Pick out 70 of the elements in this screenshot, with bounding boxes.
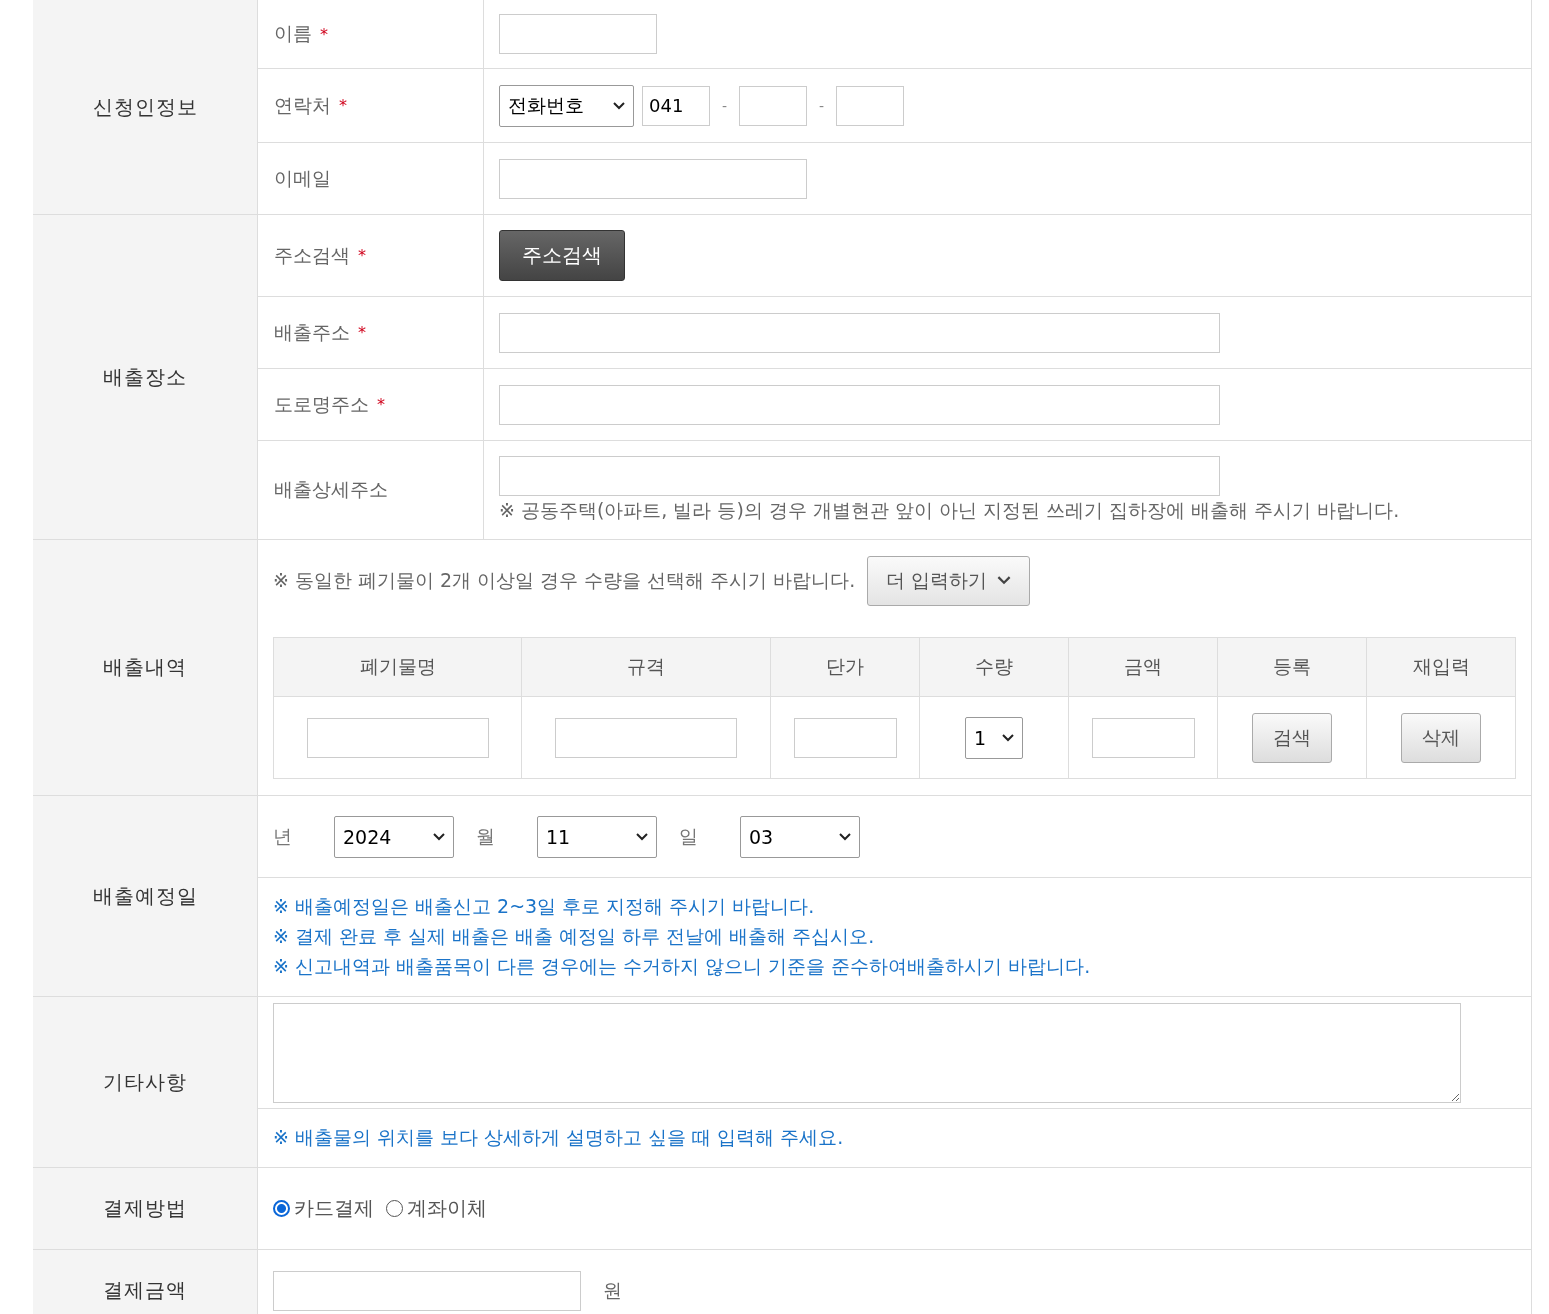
address-input[interactable] — [499, 312, 1220, 353]
name-input[interactable] — [499, 14, 657, 54]
address-input[interactable] — [499, 384, 1220, 425]
required-mark: * — [320, 24, 328, 44]
required-mark: * — [358, 323, 366, 342]
date-label: 일 — [679, 823, 698, 849]
more-input-button[interactable]: 더 입력하기 — [867, 555, 1031, 606]
section-header: 배출장소 — [33, 215, 258, 539]
table-button[interactable]: 삭제 — [1401, 712, 1481, 763]
notice-text: ※ 동일한 폐기물이 2개 이상일 경우 수량을 선택해 주시기 바랍니다. — [273, 567, 856, 593]
chevron-icon — [839, 832, 851, 841]
section-header: 기타사항 — [33, 997, 258, 1167]
notice-text: ※ 결제 완료 후 실제 배출은 배출 예정일 하루 전날에 배출해 주십시오. — [273, 924, 875, 949]
dash-separator: - — [721, 97, 729, 114]
dash-separator: - — [818, 97, 826, 114]
required-mark: * — [377, 395, 385, 414]
notice-text: ※ 신고내역과 배출품목이 다른 경우에는 수거하지 않으니 기준을 준수하여배출하시기 바랍니다. — [273, 954, 1091, 979]
date-select[interactable]: 03 — [740, 815, 860, 858]
field-label: 도로명주소 — [274, 391, 369, 417]
radio-label: 카드결제 — [294, 1195, 374, 1222]
chevron-icon — [636, 832, 648, 841]
date-select[interactable]: 11 — [537, 815, 657, 858]
phone-input[interactable] — [739, 85, 808, 126]
table-input[interactable] — [793, 717, 897, 758]
radio-label: 계좌이체 — [407, 1195, 487, 1222]
column-header: 수량 — [920, 638, 1069, 697]
notice-text: ※ 공동주택(아파트, 빌라 등)의 경우 개별현관 앞이 아닌 지정된 쓰레기 집하장에 배출해 주시기 바랍니다. — [499, 498, 1400, 523]
field-label: 이름 — [274, 21, 312, 46]
column-header: 등록 — [1218, 638, 1367, 697]
table-button[interactable]: 검색 — [1252, 712, 1332, 763]
email-input[interactable] — [499, 158, 807, 199]
required-mark: * — [358, 246, 366, 265]
table-input[interactable] — [1091, 717, 1195, 758]
phone-input[interactable] — [836, 85, 905, 126]
notice-text: ※ 배출예정일은 배출신고 2~3일 후로 지정해 주시기 바랍니다. — [273, 894, 815, 919]
chevron-icon — [433, 832, 445, 841]
field-label: 배출주소 — [274, 319, 350, 345]
address-search-button[interactable]: 주소검색 — [499, 230, 625, 281]
column-header: 재입력 — [1367, 638, 1516, 697]
phone-type-select[interactable]: 전화번호 — [499, 84, 634, 127]
table-input[interactable] — [306, 717, 489, 758]
date-label: 월 — [476, 823, 495, 849]
section-header: 결제방법 — [33, 1168, 258, 1249]
date-label: 년 — [273, 823, 292, 849]
field-label: 연락처 — [274, 92, 331, 118]
amount-input[interactable] — [273, 1270, 581, 1311]
field-label: 배출상세주소 — [274, 477, 388, 502]
column-header: 폐기물명 — [274, 638, 522, 697]
section-header: 배출내역 — [33, 540, 258, 795]
section-header: 결제금액 — [33, 1250, 258, 1314]
date-select[interactable]: 2024 — [334, 815, 454, 858]
radio-button[interactable] — [273, 1200, 290, 1217]
table-input[interactable] — [555, 717, 737, 758]
required-mark: * — [339, 96, 347, 115]
quantity-select[interactable]: 1 — [965, 716, 1023, 759]
section-header: 신청인정보 — [33, 0, 258, 214]
column-header: 금액 — [1069, 638, 1218, 697]
detail-address-input[interactable] — [499, 456, 1220, 496]
unit-label: 원 — [603, 1277, 622, 1303]
column-header: 규격 — [522, 638, 771, 697]
chevron-icon — [997, 576, 1012, 585]
field-label: 주소검색 — [274, 242, 350, 268]
column-header: 단가 — [771, 638, 920, 697]
section-header: 배출예정일 — [33, 796, 258, 996]
notice-text: ※ 배출물의 위치를 보다 상세하게 설명하고 싶을 때 입력해 주세요. — [273, 1125, 844, 1150]
phone-input[interactable]: 041 — [642, 85, 710, 126]
field-label: 이메일 — [274, 165, 331, 191]
chevron-icon — [1002, 733, 1014, 742]
memo-textarea[interactable] — [273, 1002, 1461, 1103]
chevron-icon — [613, 101, 625, 110]
